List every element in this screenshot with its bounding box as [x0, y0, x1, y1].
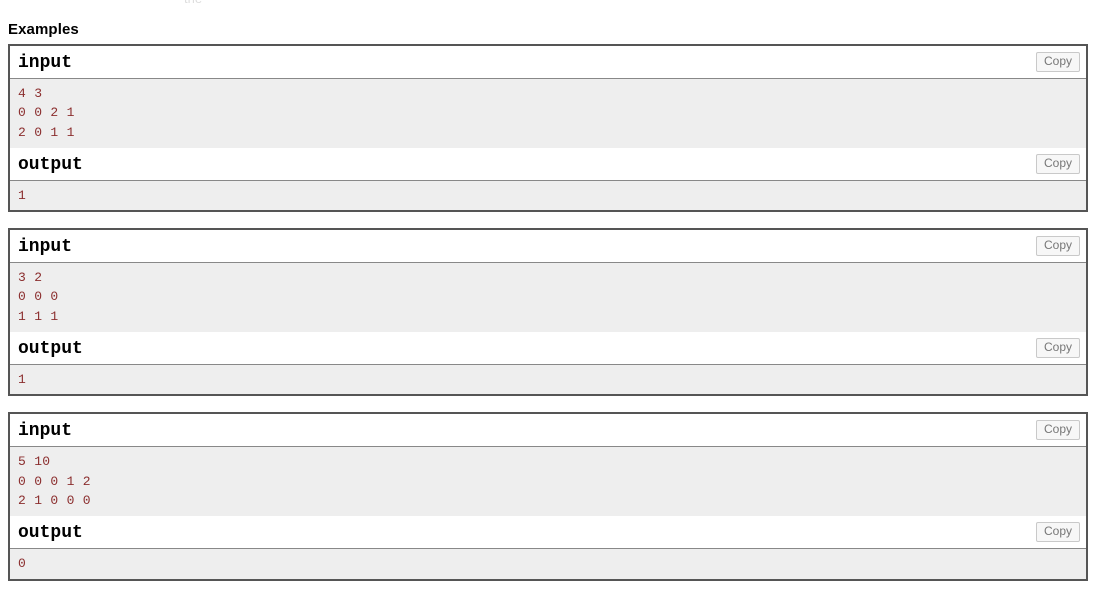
output-label: output: [18, 339, 83, 360]
output-header: output Copy: [10, 516, 1086, 549]
input-data: 5 10 0 0 0 1 2 2 1 0 0 0: [10, 446, 1086, 517]
output-label: output: [18, 154, 83, 175]
copy-output-button[interactable]: Copy: [1035, 153, 1080, 174]
input-label: input: [18, 421, 73, 442]
copy-output-button[interactable]: Copy: [1035, 337, 1080, 359]
input-header: input Copy: [10, 46, 1086, 78]
sample-test: input Copy 3 2 0 0 0 1 1 1 output Copy 1: [8, 228, 1088, 397]
examples-list: input Copy 4 3 0 0 2 1 2 0 1 1 output Co…: [8, 44, 1088, 597]
output-label: output: [18, 523, 83, 544]
output-header: output Copy: [10, 332, 1086, 365]
copy-input-button[interactable]: Copy: [1035, 51, 1080, 73]
copy-input-button[interactable]: Copy: [1035, 236, 1080, 257]
input-label: input: [18, 237, 73, 258]
copy-output-button[interactable]: Copy: [1035, 522, 1080, 543]
page-title: Examples: [8, 21, 79, 38]
input-header: input Copy: [10, 414, 1086, 447]
output-data: 0: [10, 548, 1086, 579]
input-label: input: [18, 53, 73, 73]
output-data: 1: [10, 364, 1086, 395]
sample-test: input Copy 5 10 0 0 0 1 2 2 1 0 0 0 outp…: [8, 412, 1088, 581]
sample-test: input Copy 4 3 0 0 2 1 2 0 1 1 output Co…: [8, 44, 1088, 213]
copy-input-button[interactable]: Copy: [1035, 420, 1080, 441]
input-data: 4 3 0 0 2 1 2 0 1 1: [10, 78, 1086, 148]
examples-page: the Examples input Copy 4 3 0 0 2 1 2 0 …: [0, 0, 1100, 603]
input-header: input Copy: [10, 230, 1086, 263]
input-data: 3 2 0 0 0 1 1 1: [10, 262, 1086, 333]
output-data: 1: [10, 179, 1086, 211]
output-header: output Copy: [10, 147, 1086, 180]
clipped-top-text: the: [184, 0, 202, 6]
